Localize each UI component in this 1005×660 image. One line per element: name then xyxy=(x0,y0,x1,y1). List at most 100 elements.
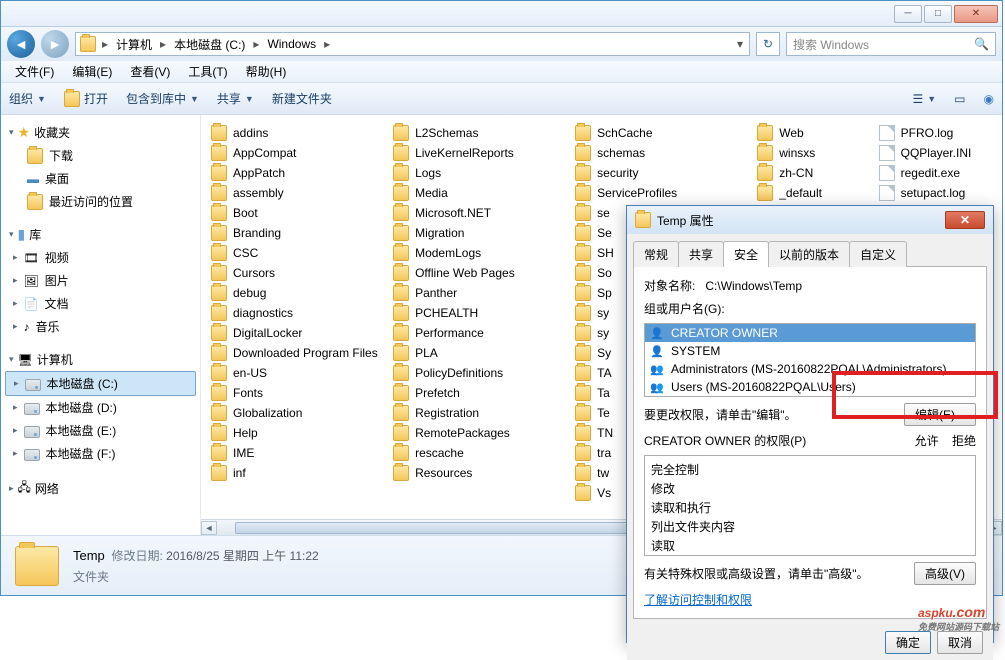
breadcrumb-seg[interactable]: Windows xyxy=(265,37,318,51)
tab-4[interactable]: 自定义 xyxy=(849,241,907,267)
menu-view[interactable]: 查看(V) xyxy=(122,61,178,82)
chevron-right-icon[interactable]: ▸ xyxy=(158,37,168,51)
list-item[interactable]: _default xyxy=(753,183,874,203)
forward-button[interactable]: ► xyxy=(41,30,69,58)
dialog-titlebar[interactable]: Temp 属性 ✕ xyxy=(627,206,993,234)
list-item[interactable]: IME xyxy=(207,443,389,463)
users-listbox[interactable]: 👤CREATOR OWNER👤SYSTEM👥Administrators (MS… xyxy=(644,323,976,397)
list-item[interactable]: Boot xyxy=(207,203,389,223)
breadcrumb-seg[interactable]: 本地磁盘 (C:) xyxy=(172,36,247,53)
sidebar-item-desktop[interactable]: ▬桌面 xyxy=(5,167,196,190)
organize-button[interactable]: 组织▼ xyxy=(9,90,46,107)
user-row[interactable]: 👤SYSTEM xyxy=(645,342,975,360)
list-item[interactable]: RemotePackages xyxy=(389,423,571,443)
sidebar-computer[interactable]: ▾🖥计算机 xyxy=(5,348,196,371)
list-item[interactable]: Prefetch xyxy=(389,383,571,403)
list-item[interactable]: setupact.log xyxy=(875,183,996,203)
dialog-close-button[interactable]: ✕ xyxy=(945,211,985,229)
list-item[interactable]: rescache xyxy=(389,443,571,463)
sidebar-item-downloads[interactable]: 下载 xyxy=(5,144,196,167)
menu-file[interactable]: 文件(F) xyxy=(7,61,62,82)
list-item[interactable]: PFRO.log xyxy=(875,123,996,143)
list-item[interactable]: PLA xyxy=(389,343,571,363)
learn-link[interactable]: 了解访问控制和权限 xyxy=(644,593,752,607)
sidebar-libraries[interactable]: ▾▮库 xyxy=(5,223,196,246)
open-button[interactable]: 打开 xyxy=(64,90,108,107)
menu-tools[interactable]: 工具(T) xyxy=(180,61,235,82)
back-button[interactable]: ◄ xyxy=(7,30,35,58)
list-item[interactable]: Globalization xyxy=(207,403,389,423)
sidebar-item-videos[interactable]: ▸🎞视频 xyxy=(5,246,196,269)
list-item[interactable]: winsxs xyxy=(753,143,874,163)
list-item[interactable]: Branding xyxy=(207,223,389,243)
list-item[interactable]: ServiceProfiles xyxy=(571,183,753,203)
list-item[interactable]: Logs xyxy=(389,163,571,183)
permissions-list[interactable]: 完全控制修改读取和执行列出文件夹内容读取写入 xyxy=(644,455,976,556)
sidebar-network[interactable]: ▸🖧网络 xyxy=(5,475,196,502)
chevron-right-icon[interactable]: ▸ xyxy=(322,37,332,51)
list-item[interactable]: inf xyxy=(207,463,389,483)
list-item[interactable]: regedit.exe xyxy=(875,163,996,183)
list-item[interactable]: QQPlayer.INI xyxy=(875,143,996,163)
list-item[interactable]: addins xyxy=(207,123,389,143)
list-item[interactable]: SchCache xyxy=(571,123,753,143)
breadcrumb-seg[interactable]: 计算机 xyxy=(114,36,154,53)
help-button[interactable]: ◉ xyxy=(984,92,994,106)
sidebar-item-recent[interactable]: 最近访问的位置 xyxy=(5,190,196,213)
advanced-button[interactable]: 高级(V) xyxy=(914,562,976,585)
list-item[interactable]: L2Schemas xyxy=(389,123,571,143)
list-item[interactable]: PCHEALTH xyxy=(389,303,571,323)
newfolder-button[interactable]: 新建文件夹 xyxy=(272,90,332,107)
list-item[interactable]: Media xyxy=(389,183,571,203)
user-row[interactable]: 👥Administrators (MS-20160822PQAL\Adminis… xyxy=(645,360,975,378)
edit-button[interactable]: 编辑(E)... xyxy=(904,403,976,426)
list-item[interactable]: Help xyxy=(207,423,389,443)
sidebar-item-documents[interactable]: ▸📄文档 xyxy=(5,292,196,315)
sidebar-item-drive-c[interactable]: ▸本地磁盘 (C:) xyxy=(5,371,196,396)
list-item[interactable]: Downloaded Program Files xyxy=(207,343,389,363)
list-item[interactable]: Panther xyxy=(389,283,571,303)
address-bar[interactable]: ▸ 计算机 ▸ 本地磁盘 (C:) ▸ Windows ▸ ▾ xyxy=(75,32,750,56)
list-item[interactable]: Performance xyxy=(389,323,571,343)
preview-button[interactable]: ▭ xyxy=(954,92,965,106)
list-item[interactable]: debug xyxy=(207,283,389,303)
sidebar-item-drive-d[interactable]: ▸本地磁盘 (D:) xyxy=(5,396,196,419)
list-item[interactable]: DigitalLocker xyxy=(207,323,389,343)
list-item[interactable]: Microsoft.NET xyxy=(389,203,571,223)
list-item[interactable]: security xyxy=(571,163,753,183)
list-item[interactable]: schemas xyxy=(571,143,753,163)
list-item[interactable]: Web xyxy=(753,123,874,143)
list-item[interactable]: Migration xyxy=(389,223,571,243)
close-button[interactable]: ✕ xyxy=(954,5,998,23)
include-button[interactable]: 包含到库中▼ xyxy=(126,90,199,107)
share-button[interactable]: 共享▼ xyxy=(217,90,254,107)
list-item[interactable]: AppPatch xyxy=(207,163,389,183)
search-input[interactable]: 搜索 Windows 🔍 xyxy=(786,32,996,56)
refresh-button[interactable]: ↻ xyxy=(756,32,780,56)
list-item[interactable]: LiveKernelReports xyxy=(389,143,571,163)
tab-2[interactable]: 安全 xyxy=(723,241,769,267)
sidebar-item-music[interactable]: ▸♪音乐 xyxy=(5,315,196,338)
chevron-down-icon[interactable]: ▾ xyxy=(735,37,745,51)
tab-3[interactable]: 以前的版本 xyxy=(768,241,850,267)
menu-edit[interactable]: 编辑(E) xyxy=(64,61,120,82)
list-item[interactable]: assembly xyxy=(207,183,389,203)
sidebar-favorites[interactable]: ▾★收藏夹 xyxy=(5,121,196,144)
sidebar-item-pictures[interactable]: ▸🖼图片 xyxy=(5,269,196,292)
tab-1[interactable]: 共享 xyxy=(678,241,724,267)
list-item[interactable]: zh-CN xyxy=(753,163,874,183)
menu-help[interactable]: 帮助(H) xyxy=(238,61,295,82)
tab-0[interactable]: 常规 xyxy=(633,241,679,267)
view-button[interactable]: ☰▼ xyxy=(912,92,936,106)
list-item[interactable]: AppCompat xyxy=(207,143,389,163)
list-item[interactable]: Resources xyxy=(389,463,571,483)
chevron-right-icon[interactable]: ▸ xyxy=(251,37,261,51)
list-item[interactable]: Registration xyxy=(389,403,571,423)
minimize-button[interactable]: ─ xyxy=(894,5,922,23)
list-item[interactable]: Offline Web Pages xyxy=(389,263,571,283)
list-item[interactable]: en-US xyxy=(207,363,389,383)
list-item[interactable]: CSC xyxy=(207,243,389,263)
maximize-button[interactable]: □ xyxy=(924,5,952,23)
list-item[interactable]: diagnostics xyxy=(207,303,389,323)
user-row[interactable]: 👥Users (MS-20160822PQAL\Users) xyxy=(645,378,975,396)
